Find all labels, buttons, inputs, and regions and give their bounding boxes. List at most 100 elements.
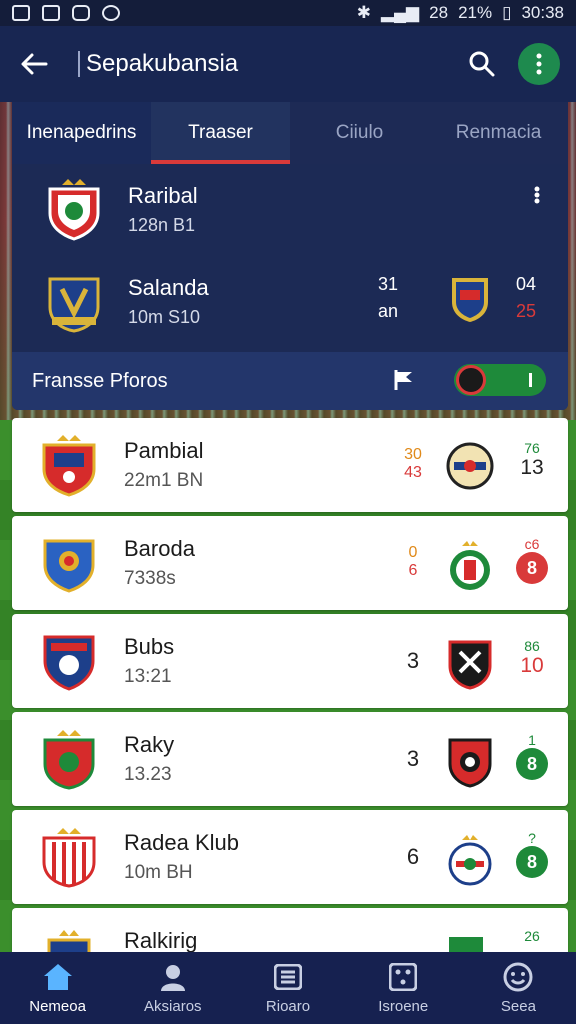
team-crest-icon	[34, 631, 104, 691]
battery-level: 21%	[458, 3, 493, 22]
score-bottom: 6	[406, 844, 420, 869]
team-crest-icon	[34, 728, 104, 790]
score-bottom: 43	[404, 464, 422, 481]
nav-label: Nemeoa	[29, 997, 86, 1015]
nav-label: Rioaro	[265, 997, 311, 1015]
opponent-crest-icon	[448, 274, 492, 329]
nav-item-2[interactable]: Aksiaros	[115, 952, 230, 1024]
team-crest-icon	[34, 533, 104, 593]
more-options-button[interactable]	[518, 43, 560, 85]
dice-icon	[386, 962, 420, 992]
page-title: Sepakubansia	[86, 50, 239, 77]
match-score: 0 6	[398, 544, 428, 580]
image-icon	[12, 5, 30, 21]
flag-icon[interactable]	[392, 368, 416, 398]
score-bottom: an	[378, 301, 399, 321]
bottom-navigation: Nemeoa Aksiaros Rioaro Isroene Seea	[0, 952, 576, 1024]
signal-icon: ▂▄▆	[380, 3, 420, 22]
app-bar: Sepakubansia	[0, 26, 576, 102]
score-top: 0	[408, 544, 418, 561]
team-crest-icon	[34, 269, 114, 333]
tab-2[interactable]: Traaser	[151, 102, 290, 164]
match-row[interactable]: Pambial 22m1 BN 30 43 76 13	[12, 418, 568, 512]
home-icon	[41, 962, 75, 992]
score-column: 04 25	[516, 274, 536, 322]
nav-item-3[interactable]: Rioaro	[230, 952, 345, 1024]
toggle-mark	[529, 373, 532, 387]
tab-1[interactable]: Inenapedrins	[12, 102, 151, 164]
featured-match-card[interactable]: Raribal 128n B1 Salanda 10m S10 31 an 04…	[12, 164, 568, 410]
tab-3[interactable]: Ciiulo	[290, 102, 429, 164]
match-time: 7338s	[124, 568, 176, 589]
team-name: Bubs	[124, 634, 175, 659]
team-crest-icon	[34, 826, 104, 888]
team-name: Salanda	[128, 274, 209, 300]
match-stat: 76 13	[512, 440, 552, 480]
match-row[interactable]: Baroda 7338s 0 6 c6 8	[12, 516, 568, 610]
score-top: 31	[378, 274, 399, 294]
team-subtitle: 128n B1	[128, 214, 196, 235]
match-stat: 26	[512, 928, 552, 944]
tab-4[interactable]: Renmacia	[429, 102, 568, 164]
card-more-icon[interactable]	[534, 186, 542, 209]
filter-bar: Fransse Pforos	[12, 352, 568, 410]
match-score: 3	[398, 648, 428, 674]
match-stat: ? 8	[512, 830, 552, 878]
gallery-icon	[42, 5, 60, 21]
nav-label: Seea	[500, 997, 536, 1015]
match-row[interactable]: Raky 13.23 3 1 8	[12, 712, 568, 806]
stat-top: 26	[524, 928, 540, 944]
list-icon	[271, 962, 305, 992]
bluetooth-icon: ✱	[356, 3, 371, 22]
match-stat: 1 8	[512, 732, 552, 780]
match-list: Pambial 22m1 BN 30 43 76 13 Baroda 7338s	[12, 418, 568, 972]
battery-icon: ▯	[502, 3, 512, 22]
nav-item-home[interactable]: Nemeoa	[0, 952, 115, 1024]
toggle-knob	[456, 365, 486, 395]
match-time: 13.23	[124, 764, 172, 785]
score-top: 30	[404, 446, 422, 463]
person-icon	[156, 962, 190, 992]
back-arrow-icon[interactable]	[16, 46, 52, 82]
score-bottom: 25	[516, 301, 537, 321]
score-column: 31 an	[378, 274, 398, 322]
result-badge: 8	[516, 748, 548, 780]
stat-bottom: 13	[520, 456, 544, 479]
match-time: 22m1 BN	[124, 470, 204, 491]
match-stat: 86 10	[512, 638, 552, 678]
team-crest-icon	[34, 177, 114, 241]
status-right: ✱ ▂▄▆ 28 21% ▯ 30:38	[357, 3, 564, 23]
opponent-crest-icon	[446, 442, 494, 495]
nav-label: Isroene	[378, 997, 429, 1015]
match-row[interactable]: Radea Klub 10m BH 6 ? 8	[12, 810, 568, 904]
nav-item-4[interactable]: Isroene	[346, 952, 461, 1024]
nav-item-5[interactable]: Seea	[461, 952, 576, 1024]
score-bottom: 6	[408, 562, 418, 579]
status-icons	[12, 5, 120, 21]
match-time: 13:21	[124, 666, 172, 687]
tab-bar: Inenapedrins Traaser Ciiulo Renmacia	[12, 102, 568, 164]
message-icon	[72, 5, 90, 21]
team-name: Baroda	[124, 536, 195, 561]
nav-label: Aksiaros	[144, 997, 202, 1015]
opponent-crest-icon	[446, 540, 494, 597]
team-name: Pambial	[124, 438, 204, 463]
team-crest-icon	[34, 433, 104, 497]
match-stat: c6 8	[512, 536, 552, 584]
match-time: 10m BH	[124, 862, 193, 883]
title-divider	[78, 51, 80, 77]
status-bar: ✱ ▂▄▆ 28 21% ▯ 30:38	[0, 0, 576, 26]
match-row[interactable]: Bubs 13:21 3 86 10	[12, 614, 568, 708]
score-bottom: 3	[406, 746, 420, 771]
score-bottom: 3	[406, 648, 420, 673]
filter-toggle[interactable]	[454, 364, 546, 396]
search-icon[interactable]	[464, 46, 500, 82]
team-subtitle: 10m S10	[128, 306, 201, 327]
featured-team-row: Raribal 128n B1	[12, 164, 568, 254]
sync-icon	[102, 5, 120, 21]
opponent-crest-icon	[446, 638, 494, 695]
match-score: 6	[398, 844, 428, 870]
result-badge: 8	[516, 846, 548, 878]
team-name: Raky	[124, 732, 175, 757]
score-top: 04	[516, 274, 537, 294]
